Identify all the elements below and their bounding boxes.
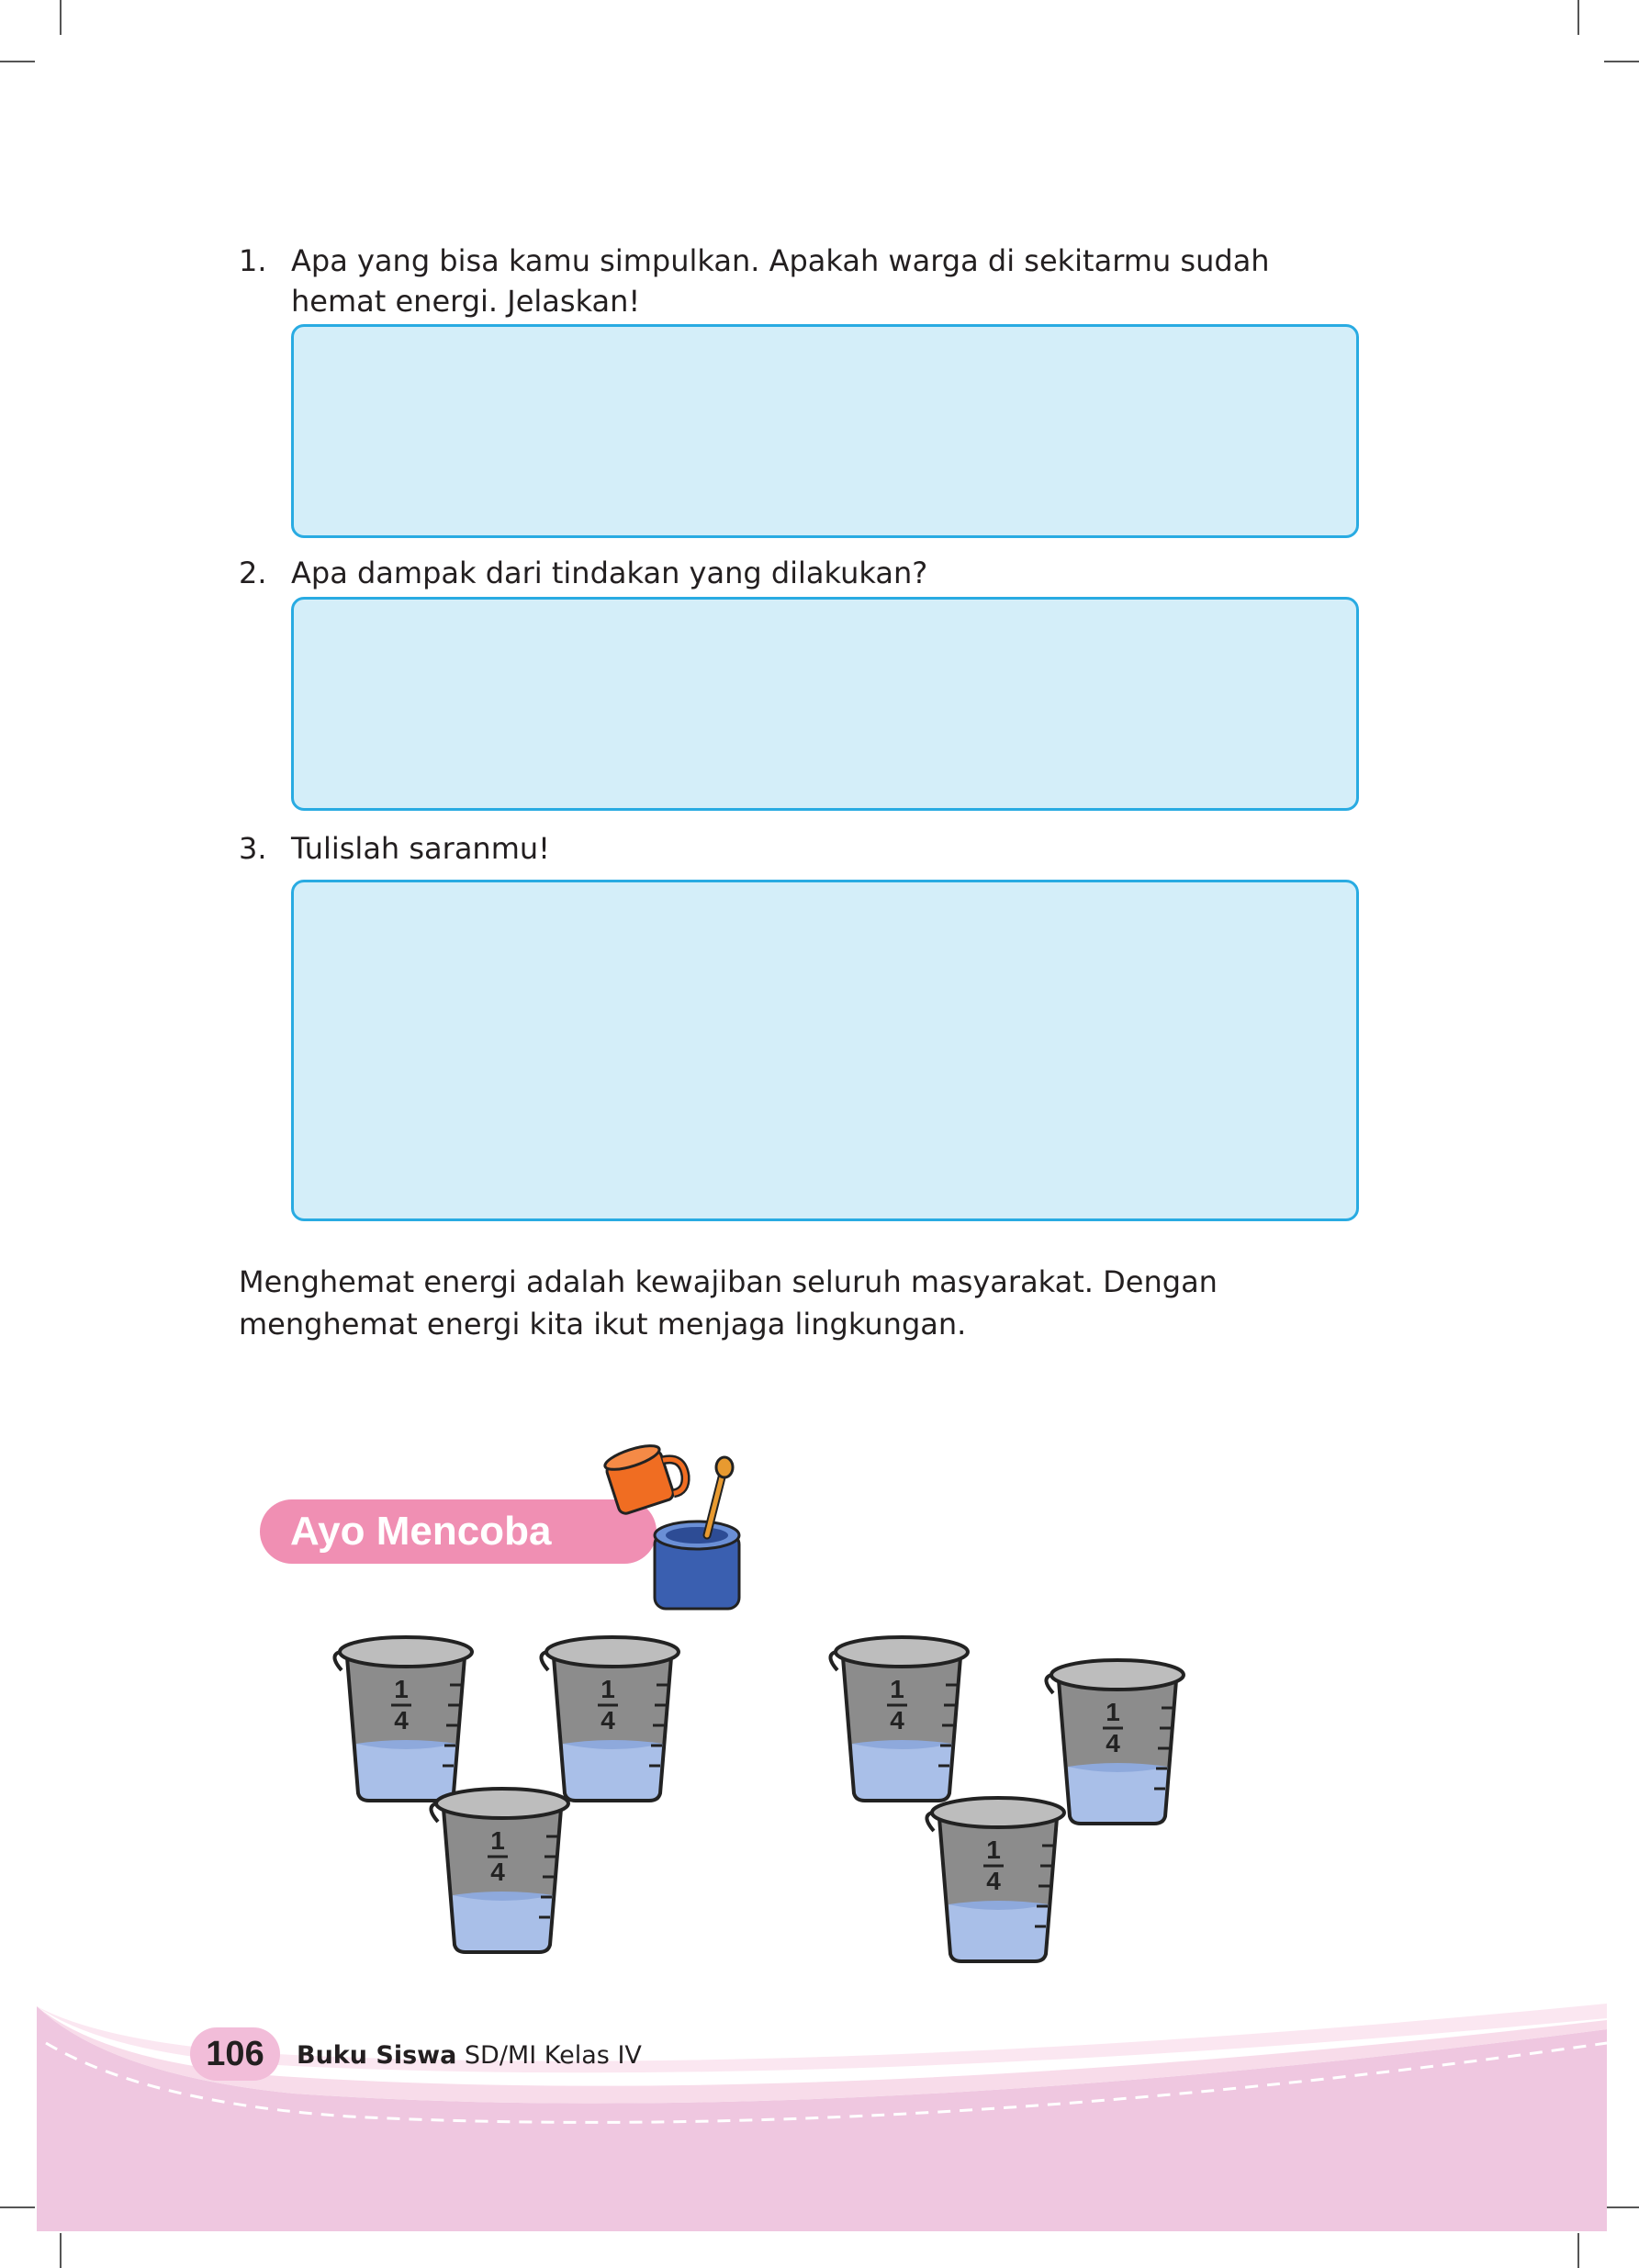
question-text: Apa yang bisa kamu simpulkan. Apakah war…	[291, 243, 1270, 319]
beaker: 1 4	[828, 1635, 970, 1802]
beaker: 1 4	[429, 1787, 570, 1954]
question-number: 2.	[239, 556, 267, 590]
beaker: 1 4	[925, 1796, 1066, 1963]
crop-mark	[60, 0, 62, 35]
section-heading: Ayo Mencoba	[290, 1509, 552, 1554]
fraction-numerator: 1	[394, 1675, 409, 1703]
book-title: Buku Siswa SD/MI Kelas IV	[297, 2040, 642, 2072]
question-number: 3.	[239, 831, 267, 866]
fraction-numerator: 1	[1106, 1698, 1120, 1726]
fraction-denominator: 4	[490, 1858, 505, 1886]
question-text: Tulislah saranmu!	[291, 831, 550, 866]
orange-mug-icon	[603, 1444, 690, 1515]
closing-paragraph: Menghemat energi adalah kewajiban seluru…	[239, 1264, 1218, 1342]
page-number: 106	[190, 2027, 280, 2081]
crop-mark	[1577, 0, 1579, 35]
fraction-denominator: 4	[1106, 1729, 1120, 1757]
fraction-denominator: 4	[986, 1867, 1001, 1895]
question-number: 1.	[239, 243, 267, 278]
answer-box-3[interactable]	[291, 880, 1359, 1221]
book-title-bold: Buku Siswa	[297, 2041, 457, 2070]
answer-box-2[interactable]	[291, 597, 1359, 811]
fraction-denominator: 4	[394, 1706, 409, 1735]
fraction-numerator: 1	[986, 1836, 1001, 1864]
answer-box-1[interactable]	[291, 324, 1359, 538]
fraction-numerator: 1	[890, 1675, 904, 1703]
fraction-numerator: 1	[601, 1675, 615, 1703]
fraction-numerator: 1	[490, 1826, 505, 1855]
fraction-denominator: 4	[890, 1706, 904, 1735]
mug-and-pot-illustration	[603, 1444, 741, 1611]
blue-pot-icon	[653, 1520, 741, 1611]
book-title-rest: SD/MI Kelas IV	[456, 2041, 642, 2070]
question-text: Apa dampak dari tindakan yang dilakukan?	[291, 556, 928, 590]
crop-mark	[0, 61, 35, 62]
fraction-denominator: 4	[601, 1706, 615, 1735]
crop-mark	[1604, 61, 1639, 62]
